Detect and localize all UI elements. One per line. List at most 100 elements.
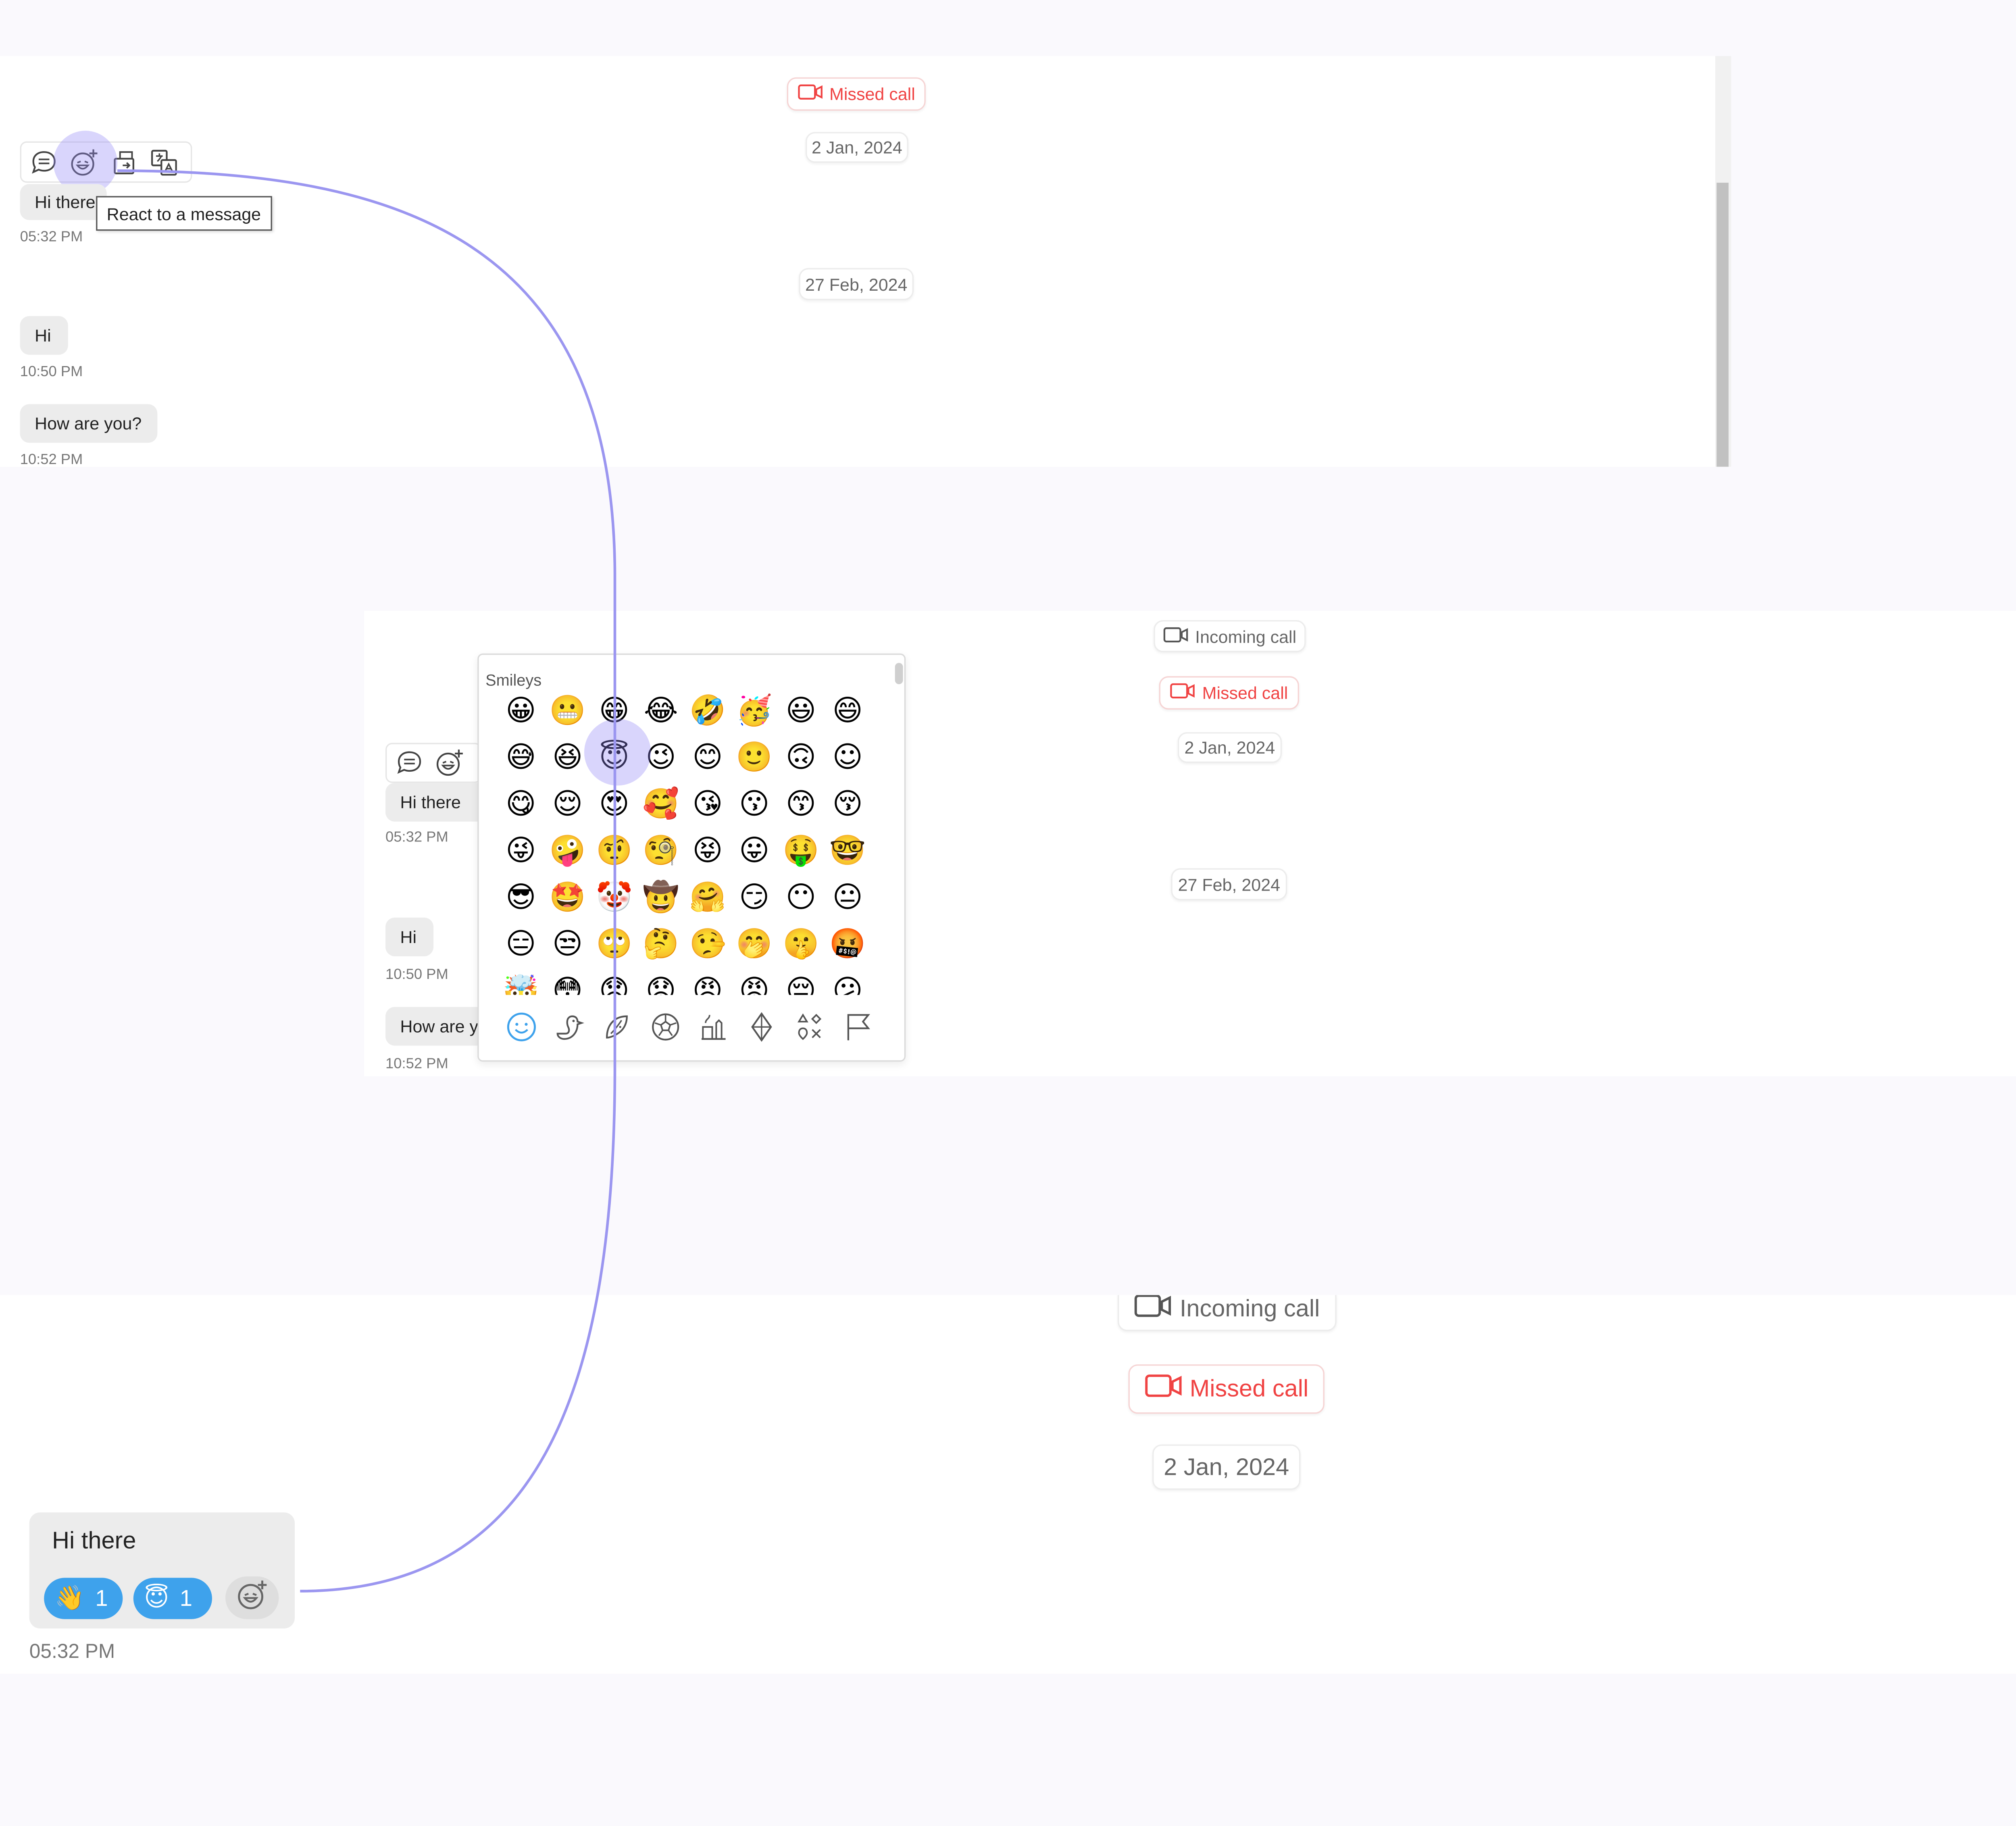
emoji-option[interactable]: 🤨: [591, 828, 637, 875]
emoji-option[interactable]: 😆: [544, 735, 591, 782]
message-bubble[interactable]: How are you?: [20, 404, 158, 443]
reaction-chip[interactable]: 😇 1: [133, 1578, 212, 1619]
emoji-option[interactable]: 🤪: [544, 828, 591, 875]
emoji-option[interactable]: 🤥: [684, 922, 731, 968]
emoji-option[interactable]: 😋: [498, 781, 544, 828]
emoji-option[interactable]: 😄: [824, 688, 871, 735]
emoji-option[interactable]: 🙂: [731, 735, 778, 782]
reaction-chip[interactable]: 👋 1: [44, 1578, 123, 1619]
emoji-option[interactable]: 🤔: [637, 922, 684, 968]
emoji-option[interactable]: 🤗: [684, 875, 731, 922]
emoji-option[interactable]: 😝: [684, 828, 731, 875]
chat-panel-step1: Missed call 2 Jan, 2024 Hi there React t…: [0, 56, 1731, 467]
emoji-option[interactable]: 😀: [498, 688, 544, 735]
emoji-option[interactable]: 😕: [824, 968, 871, 995]
translate-icon[interactable]: [147, 145, 181, 179]
emoji-option[interactable]: 🤑: [778, 828, 825, 875]
message-bubble[interactable]: How are y: [385, 1007, 492, 1046]
emoji-option[interactable]: 🙄: [591, 922, 637, 968]
emoji-option[interactable]: 🤠: [637, 875, 684, 922]
incoming-call-label: Incoming call: [1195, 626, 1297, 646]
emoji-option[interactable]: 😐: [824, 875, 871, 922]
emoji-option[interactable]: 😒: [544, 922, 591, 968]
video-camera-icon: [798, 84, 824, 104]
message-time: 05:32 PM: [385, 829, 448, 846]
date-separator: 2 Jan, 2024: [806, 132, 908, 163]
missed-call-badge: Missed call: [1128, 1364, 1325, 1414]
emoji-option[interactable]: 🥳: [731, 688, 778, 735]
emoji-option[interactable]: 😔: [778, 968, 825, 995]
add-reaction-button[interactable]: [225, 1576, 279, 1619]
emoji-option[interactable]: 😬: [544, 688, 591, 735]
stage: Missed call 2 Jan, 2024 Hi there React t…: [0, 0, 2016, 1826]
emoji-option[interactable]: 🤓: [824, 828, 871, 875]
emoji-option[interactable]: 😃: [778, 688, 825, 735]
emoji-option[interactable]: 🤩: [544, 875, 591, 922]
incoming-call-label: Incoming call: [1179, 1295, 1320, 1322]
emoji-option[interactable]: 😅: [498, 735, 544, 782]
video-camera-icon: [1134, 1295, 1174, 1324]
emoji-option[interactable]: 😂: [637, 688, 684, 735]
date-separator: 2 Jan, 2024: [1152, 1444, 1301, 1490]
emoji-option[interactable]: 😠: [684, 968, 731, 995]
emoji-option[interactable]: 😌: [544, 781, 591, 828]
message-bubble[interactable]: Hi there: [20, 184, 107, 220]
add-reaction-icon[interactable]: [432, 745, 467, 780]
reaction-count: 1: [95, 1585, 108, 1611]
emoji-option[interactable]: 😍: [591, 781, 637, 828]
emoji-option[interactable]: 🧐: [637, 828, 684, 875]
emoji-option[interactable]: 🥰: [637, 781, 684, 828]
emoji-option[interactable]: 😜: [498, 828, 544, 875]
emoji-option[interactable]: 🤡: [591, 875, 637, 922]
message-bubble[interactable]: Hi: [385, 917, 434, 956]
animals-tab-icon[interactable]: [546, 1007, 594, 1047]
smiley-tab-icon[interactable]: [498, 1007, 546, 1047]
picker-scrollbar-thumb[interactable]: [895, 663, 903, 685]
emoji-option[interactable]: 🙃: [778, 735, 825, 782]
emoji-option[interactable]: 😚: [824, 781, 871, 828]
date-separator: 27 Feb, 2024: [799, 268, 914, 300]
chat-panel-step2: Incoming call Missed call 2 Jan, 2024 27…: [364, 611, 2016, 1076]
emoji-option[interactable]: 🤭: [731, 922, 778, 968]
missed-call-label: Missed call: [1189, 1375, 1309, 1402]
emoji-option[interactable]: 🤫: [778, 922, 825, 968]
emoji-option[interactable]: 😙: [778, 781, 825, 828]
message-bubble-with-reactions[interactable]: Hi there 👋 1 😇 1: [29, 1512, 295, 1629]
travel-tab-icon[interactable]: [689, 1007, 737, 1047]
scrollbar-thumb[interactable]: [1716, 183, 1729, 467]
emoji-option[interactable]: 😗: [731, 781, 778, 828]
flags-tab-icon[interactable]: [834, 1007, 882, 1047]
emoji-option[interactable]: 😊: [684, 735, 731, 782]
category-title: Smileys: [485, 670, 542, 690]
emoji-option[interactable]: 😘: [684, 781, 731, 828]
symbols-tab-icon[interactable]: [785, 1007, 833, 1047]
message-bubble[interactable]: Hi there: [385, 783, 492, 822]
reaction-count: 1: [179, 1585, 193, 1611]
add-reaction-icon: [236, 1578, 268, 1617]
incoming-call-badge: Incoming call: [1154, 620, 1306, 652]
activity-tab-icon[interactable]: [641, 1007, 689, 1047]
message-bubble[interactable]: Hi: [20, 316, 68, 355]
emoji-option[interactable]: 😛: [731, 828, 778, 875]
emoji-option[interactable]: 🤣: [684, 688, 731, 735]
message-time: 05:32 PM: [20, 229, 83, 246]
emoji-option[interactable]: 😶: [778, 875, 825, 922]
emoji-option[interactable]: 😟: [637, 968, 684, 995]
emoji-option[interactable]: 😎: [498, 875, 544, 922]
video-camera-icon: [1170, 683, 1197, 703]
missed-call-label: Missed call: [829, 84, 915, 104]
reply-icon[interactable]: [392, 745, 427, 780]
objects-tab-icon[interactable]: [737, 1007, 785, 1047]
food-tab-icon[interactable]: [594, 1007, 641, 1047]
video-camera-icon: [1144, 1374, 1184, 1404]
emoji-option[interactable]: 🤯: [498, 968, 544, 995]
emoji-option[interactable]: 🤬: [824, 922, 871, 968]
emoji-option[interactable]: 😏: [731, 875, 778, 922]
emoji-option[interactable]: ☺: [824, 735, 871, 782]
emoji-option[interactable]: 😡: [731, 968, 778, 995]
category-tabs: [498, 1007, 884, 1047]
emoji-option[interactable]: 😑: [498, 922, 544, 968]
scrollbar[interactable]: [1715, 56, 1731, 467]
emoji-option[interactable]: 😞: [591, 968, 637, 995]
emoji-option[interactable]: 😳: [544, 968, 591, 995]
